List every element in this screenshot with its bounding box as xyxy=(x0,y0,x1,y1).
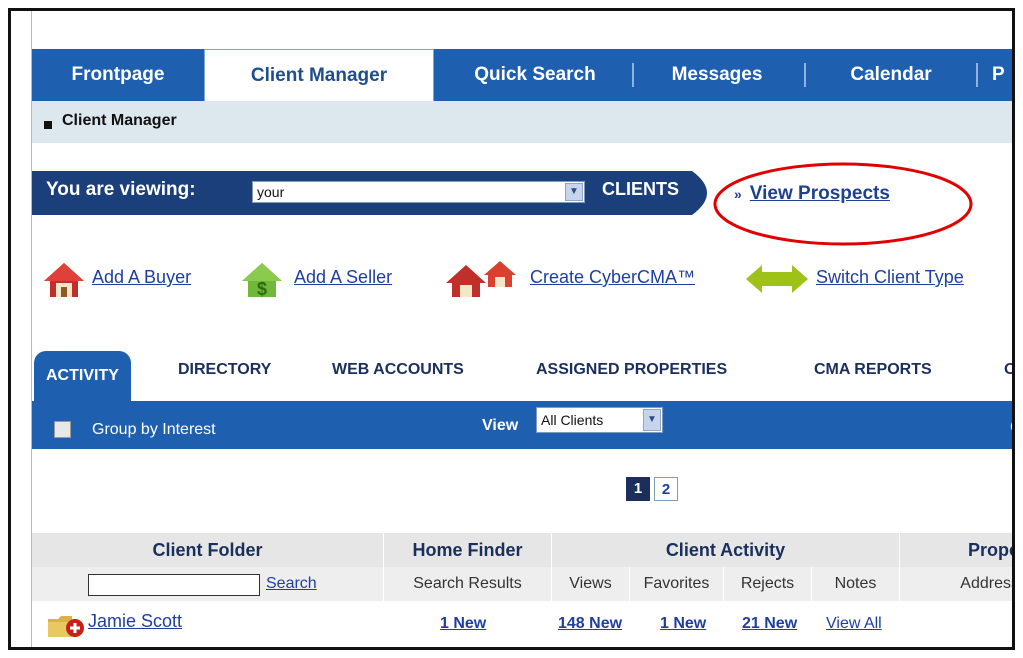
tab-cma-reports[interactable]: CMA REPORTS xyxy=(814,361,932,379)
subcol-favorites: Favorites xyxy=(630,567,724,601)
client-folder-search-cell: Search xyxy=(32,567,384,601)
bullet-square-icon xyxy=(44,121,52,129)
nav-tab-frontpage[interactable]: Frontpage xyxy=(32,49,204,101)
add-seller-link[interactable]: Add A Seller xyxy=(294,267,392,288)
subcol-notes: Notes xyxy=(812,567,900,601)
breadcrumb-label: Client Manager xyxy=(62,112,177,129)
nav-tab-quick-search[interactable]: Quick Search xyxy=(446,49,624,101)
rejects-new-link[interactable]: 21 New xyxy=(742,615,797,633)
chevron-down-icon[interactable]: ▼ xyxy=(565,183,583,201)
client-folder-search-input[interactable] xyxy=(88,574,260,596)
folder-add-icon[interactable] xyxy=(46,613,86,639)
action-links: Add A Buyer $ Add A Seller Create CyberC… xyxy=(32,259,1012,303)
table-header: Client Folder Home Finder Client Activit… xyxy=(32,533,1012,567)
nav-tab-more[interactable]: P xyxy=(992,49,1012,101)
cma-houses-icon xyxy=(446,261,516,297)
create-cybercma-link[interactable]: Create CyberCMA™ xyxy=(530,267,695,288)
page-current: 1 xyxy=(626,477,650,501)
viewing-label: You are viewing: xyxy=(46,179,196,200)
table-row: Jamie Scott 1 New 148 New 1 New 21 New V… xyxy=(32,607,1012,643)
notes-view-all-link[interactable]: View All xyxy=(826,615,882,633)
client-group-selected: your xyxy=(257,184,285,200)
filter-bar-clipped-text: C xyxy=(1010,419,1012,437)
view-filter-select[interactable]: All Clients ▼ xyxy=(536,407,663,433)
group-by-interest-label: Group by Interest xyxy=(92,421,216,438)
col-client-activity: Client Activity xyxy=(552,533,900,567)
view-label: View xyxy=(482,417,519,434)
seller-house-icon: $ xyxy=(242,263,282,299)
add-buyer-link[interactable]: Add A Buyer xyxy=(92,267,191,288)
page-content: Frontpage Client Manager Quick Search Me… xyxy=(31,11,1012,647)
client-name-link[interactable]: Jamie Scott xyxy=(88,611,182,632)
col-properties: Prope xyxy=(900,533,1012,567)
subcol-address: Address xyxy=(900,567,1012,601)
breadcrumb: Client Manager xyxy=(32,101,1012,143)
nav-tab-client-manager[interactable]: Client Manager xyxy=(204,49,434,101)
swap-arrows-icon xyxy=(746,265,808,293)
subcol-views: Views xyxy=(552,567,630,601)
switch-client-type-link[interactable]: Switch Client Type xyxy=(816,267,964,288)
group-by-interest-checkbox[interactable] xyxy=(54,421,71,438)
subcol-search-results: Search Results xyxy=(384,567,552,601)
page-link[interactable]: 2 xyxy=(654,477,678,501)
nav-tab-calendar[interactable]: Calendar xyxy=(816,49,966,101)
top-nav: Frontpage Client Manager Quick Search Me… xyxy=(32,49,1012,101)
tab-directory[interactable]: DIRECTORY xyxy=(178,361,271,379)
svg-text:$: $ xyxy=(257,279,267,299)
viewing-bar: You are viewing: your ▼ CLIENTS xyxy=(32,171,722,215)
tab-activity[interactable]: ACTIVITY xyxy=(34,351,131,401)
screenshot-frame: Frontpage Client Manager Quick Search Me… xyxy=(8,8,1015,650)
view-filter-selected: All Clients xyxy=(541,412,604,428)
subcol-rejects: Rejects xyxy=(724,567,812,601)
favorites-new-link[interactable]: 1 New xyxy=(660,615,706,633)
tab-web-accounts[interactable]: WEB ACCOUNTS xyxy=(332,361,464,379)
tab-more[interactable]: O xyxy=(1004,361,1012,379)
chevron-down-icon[interactable]: ▼ xyxy=(643,409,661,431)
highlight-oval xyxy=(713,162,973,246)
house-icon xyxy=(44,263,84,297)
client-group-select[interactable]: your ▼ xyxy=(252,181,585,203)
tab-assigned-properties[interactable]: ASSIGNED PROPERTIES xyxy=(536,361,727,379)
home-finder-new-link[interactable]: 1 New xyxy=(440,615,486,633)
col-home-finder: Home Finder xyxy=(384,533,552,567)
col-client-folder: Client Folder xyxy=(32,533,384,567)
client-folder-search-link[interactable]: Search xyxy=(266,567,317,601)
nav-separator xyxy=(804,63,806,87)
nav-separator xyxy=(976,63,978,87)
viewing-clients-label: CLIENTS xyxy=(602,179,680,199)
views-new-link[interactable]: 148 New xyxy=(558,615,622,633)
section-tabs: ACTIVITY DIRECTORY WEB ACCOUNTS ASSIGNED… xyxy=(32,349,1012,401)
nav-separator xyxy=(632,63,634,87)
filter-bar: Group by Interest View All Clients ▼ C xyxy=(32,401,1012,449)
nav-tab-messages[interactable]: Messages xyxy=(642,49,792,101)
table-subheader: Search Search Results Views Favorites Re… xyxy=(32,567,1012,601)
